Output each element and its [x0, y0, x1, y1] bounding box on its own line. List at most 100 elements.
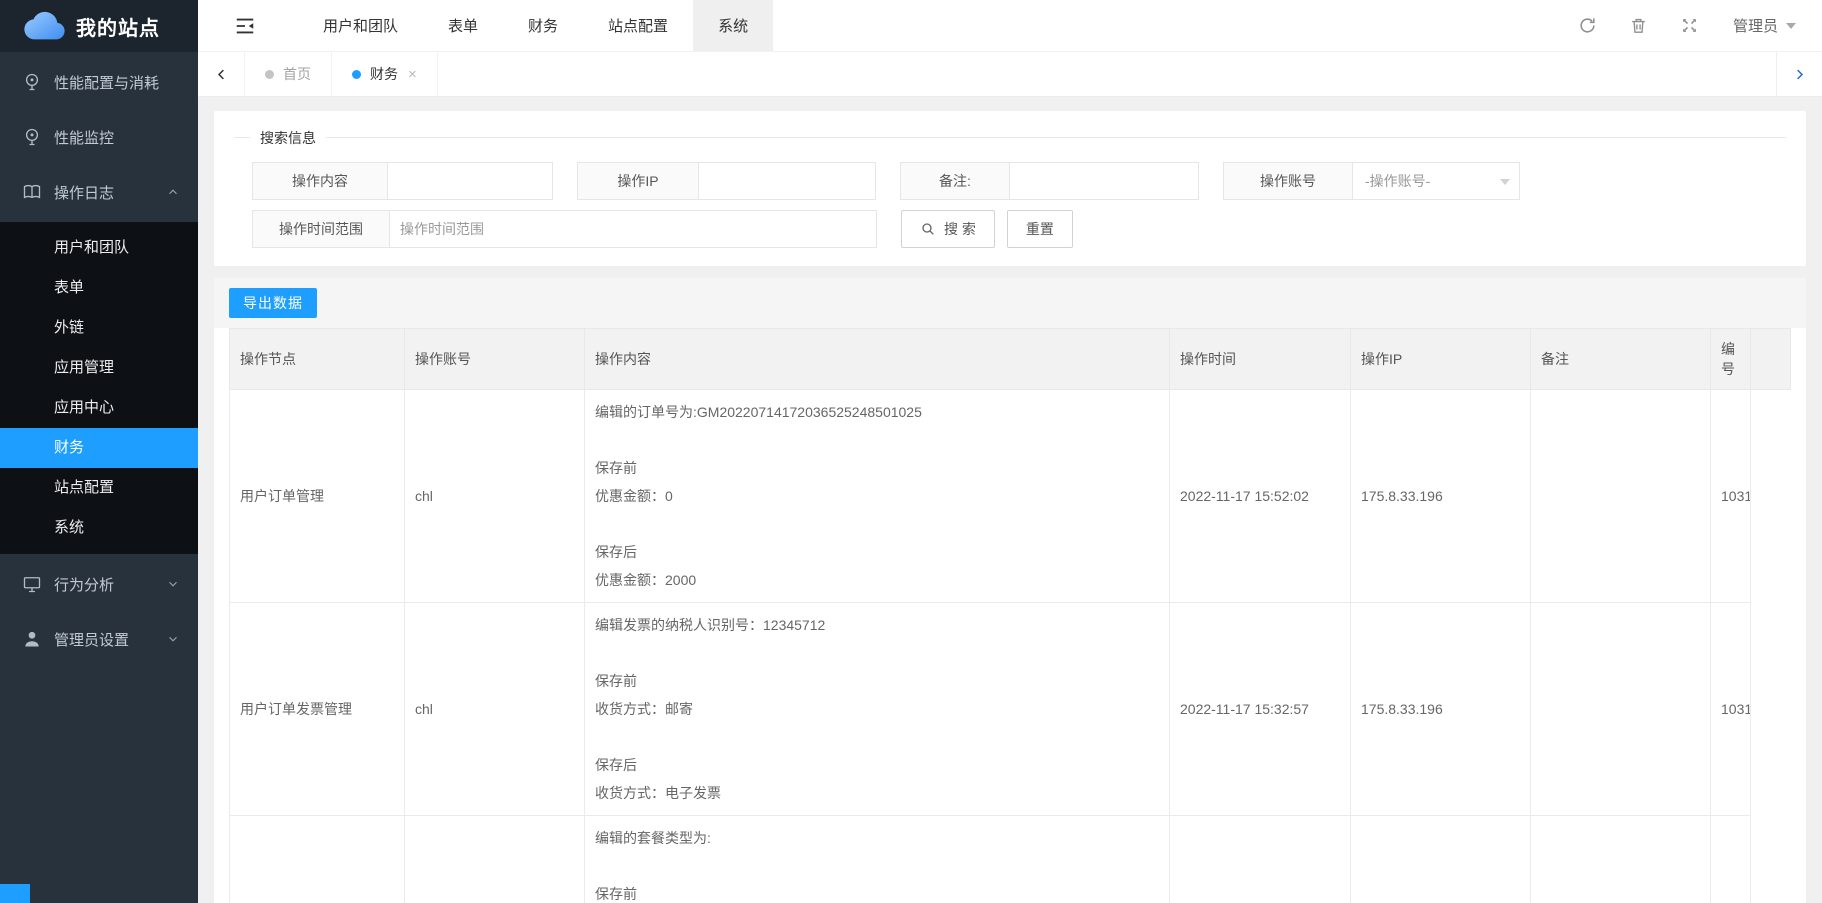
tabs-scroll-right[interactable]	[1776, 52, 1822, 96]
time-range-input[interactable]	[389, 210, 877, 248]
sidebar-item-label: 性能监控	[54, 127, 114, 148]
content-line: 收货方式：电子发票	[595, 779, 1159, 807]
cell-account: chl	[405, 603, 585, 816]
table-row: 用户订单管理 chl 编辑的订单号为:GM2022071417203652524…	[230, 390, 1791, 603]
export-data-button[interactable]: 导出数据	[229, 288, 317, 318]
cell-content: 编辑的套餐类型为:保存前套餐名称:	[585, 816, 1170, 903]
log-table-panel: 导出数据 操作节点操作账号操作内容操作时间操作IP备注编号 用户订单管理 chl…	[214, 278, 1806, 903]
column-header: 编号	[1711, 329, 1751, 390]
column-header: 操作IP	[1351, 329, 1531, 390]
reset-button[interactable]: 重置	[1007, 210, 1073, 248]
search-form-row-1: 操作内容 操作IP 备注: 操作账号 -操作账号-	[252, 162, 1786, 200]
cell-remark	[1531, 816, 1711, 903]
sidebar-item-performance-monitor[interactable]: 性能监控	[0, 112, 198, 162]
table-wrap: 操作节点操作账号操作内容操作时间操作IP备注编号 用户订单管理 chl 编辑的订…	[214, 328, 1806, 903]
close-icon[interactable]: ×	[408, 66, 417, 83]
content-line	[595, 852, 1159, 880]
search-panel-title: 搜索信息	[250, 128, 326, 148]
field-operation-ip: 操作IP	[577, 162, 876, 200]
content-line	[595, 426, 1159, 454]
sidebar-item-admin-settings[interactable]: 管理员设置	[0, 614, 198, 664]
sidebar-item-label: 操作日志	[54, 182, 114, 203]
tab-label: 首页	[283, 64, 311, 84]
content-line: 优惠金额：0	[595, 482, 1159, 510]
field-remark: 备注:	[900, 162, 1199, 200]
nav-item[interactable]: 表单	[423, 0, 503, 51]
site-title: 我的站点	[76, 12, 160, 41]
tab[interactable]: 首页	[244, 52, 332, 96]
content-line: 保存前	[595, 667, 1159, 695]
operation-content-input[interactable]	[387, 162, 553, 200]
content-line: 编辑的套餐类型为:	[595, 824, 1159, 852]
cell-time: 2022-11-17 15:52:02	[1170, 390, 1351, 603]
tab-dot-icon	[352, 70, 361, 79]
table-toolbar: 导出数据	[214, 278, 1806, 328]
table-header-row: 操作节点操作账号操作内容操作时间操作IP备注编号	[230, 329, 1791, 390]
tabs-scroll-left[interactable]	[198, 52, 244, 96]
tabs: 首页 财务 ×	[244, 52, 438, 96]
tab[interactable]: 财务 ×	[332, 52, 438, 96]
content-line	[595, 723, 1159, 751]
collapse-menu-icon[interactable]	[234, 15, 256, 37]
header-right: 管理员	[1546, 0, 1822, 51]
content-line: 保存后	[595, 751, 1159, 779]
column-header: 操作账号	[405, 329, 585, 390]
refresh-icon[interactable]	[1578, 16, 1597, 35]
sidebar-bottom-accent[interactable]	[0, 884, 30, 903]
sidebar-item-label: 性能配置与消耗	[54, 72, 159, 93]
monitor-icon	[22, 574, 42, 594]
cell-id: 10317	[1711, 390, 1751, 603]
content-line: 编辑的订单号为:GM20220714172036525248501025	[595, 398, 1159, 426]
operation-account-selected-value: -操作账号-	[1365, 173, 1430, 189]
cell-remark	[1531, 603, 1711, 816]
column-header	[1751, 329, 1791, 390]
operation-ip-input[interactable]	[698, 162, 876, 200]
content-line: 收货方式：邮寄	[595, 695, 1159, 723]
search-icon	[920, 221, 936, 237]
remark-label: 备注:	[900, 162, 1010, 200]
sidebar-subitem[interactable]: 应用中心	[0, 388, 198, 428]
sidebar: 我的站点 性能配置与消耗 性能监控 操作日志 用户和团队表单外链应用管理应用中心…	[0, 0, 198, 903]
cell-ip: 175.8.33.196	[1351, 603, 1531, 816]
search-button[interactable]: 搜 索	[901, 210, 995, 248]
reset-button-label: 重置	[1026, 219, 1054, 239]
sidebar-subitem[interactable]: 站点配置	[0, 468, 198, 508]
nav-item[interactable]: 系统	[693, 0, 773, 51]
sidebar-subitem[interactable]: 用户和团队	[0, 228, 198, 268]
table-row: 编辑的套餐类型为:保存前套餐名称:	[230, 816, 1791, 903]
sidebar-item-operation-logs[interactable]: 操作日志	[0, 167, 198, 217]
remark-input[interactable]	[1009, 162, 1199, 200]
nav-item[interactable]: 站点配置	[583, 0, 693, 51]
sidebar-subitem[interactable]: 系统	[0, 508, 198, 548]
sidebar-menu: 性能配置与消耗 性能监控 操作日志 用户和团队表单外链应用管理应用中心财务站点配…	[0, 57, 198, 664]
cell-node: 用户订单管理	[230, 390, 405, 603]
field-operation-account: 操作账号 -操作账号-	[1223, 162, 1520, 200]
operation-account-select[interactable]: -操作账号-	[1352, 162, 1520, 200]
trash-icon[interactable]	[1629, 16, 1648, 35]
tab-bar: 首页 财务 ×	[198, 52, 1822, 97]
operation-log-table: 操作节点操作账号操作内容操作时间操作IP备注编号 用户订单管理 chl 编辑的订…	[229, 328, 1791, 903]
sidebar-subitem[interactable]: 应用管理	[0, 348, 198, 388]
content-line: 保存后	[595, 538, 1159, 566]
fullscreen-icon[interactable]	[1680, 16, 1699, 35]
sidebar-subitem[interactable]: 外链	[0, 308, 198, 348]
brand[interactable]: 我的站点	[0, 0, 198, 52]
search-panel-title-divider: 搜索信息	[234, 137, 1786, 138]
search-panel: 搜索信息 操作内容 操作IP 备注: 操作账号 -操作	[214, 111, 1806, 266]
column-header: 操作时间	[1170, 329, 1351, 390]
user-menu[interactable]: 管理员	[1733, 15, 1796, 36]
sidebar-item-behavior-analysis[interactable]: 行为分析	[0, 559, 198, 609]
sidebar-item-performance-config[interactable]: 性能配置与消耗	[0, 57, 198, 107]
content-line	[595, 510, 1159, 538]
column-header: 操作节点	[230, 329, 405, 390]
nav-item[interactable]: 财务	[503, 0, 583, 51]
chevron-down-icon	[166, 577, 180, 591]
nav-item[interactable]: 用户和团队	[298, 0, 423, 51]
cell-content: 编辑的订单号为:GM20220714172036525248501025保存前优…	[585, 390, 1170, 603]
sidebar-subitem[interactable]: 财务	[0, 428, 198, 468]
content: 搜索信息 操作内容 操作IP 备注: 操作账号 -操作	[198, 97, 1822, 903]
cell-remark	[1531, 390, 1711, 603]
cloud-icon	[24, 11, 66, 41]
content-line: 保存前	[595, 880, 1159, 903]
sidebar-subitem[interactable]: 表单	[0, 268, 198, 308]
